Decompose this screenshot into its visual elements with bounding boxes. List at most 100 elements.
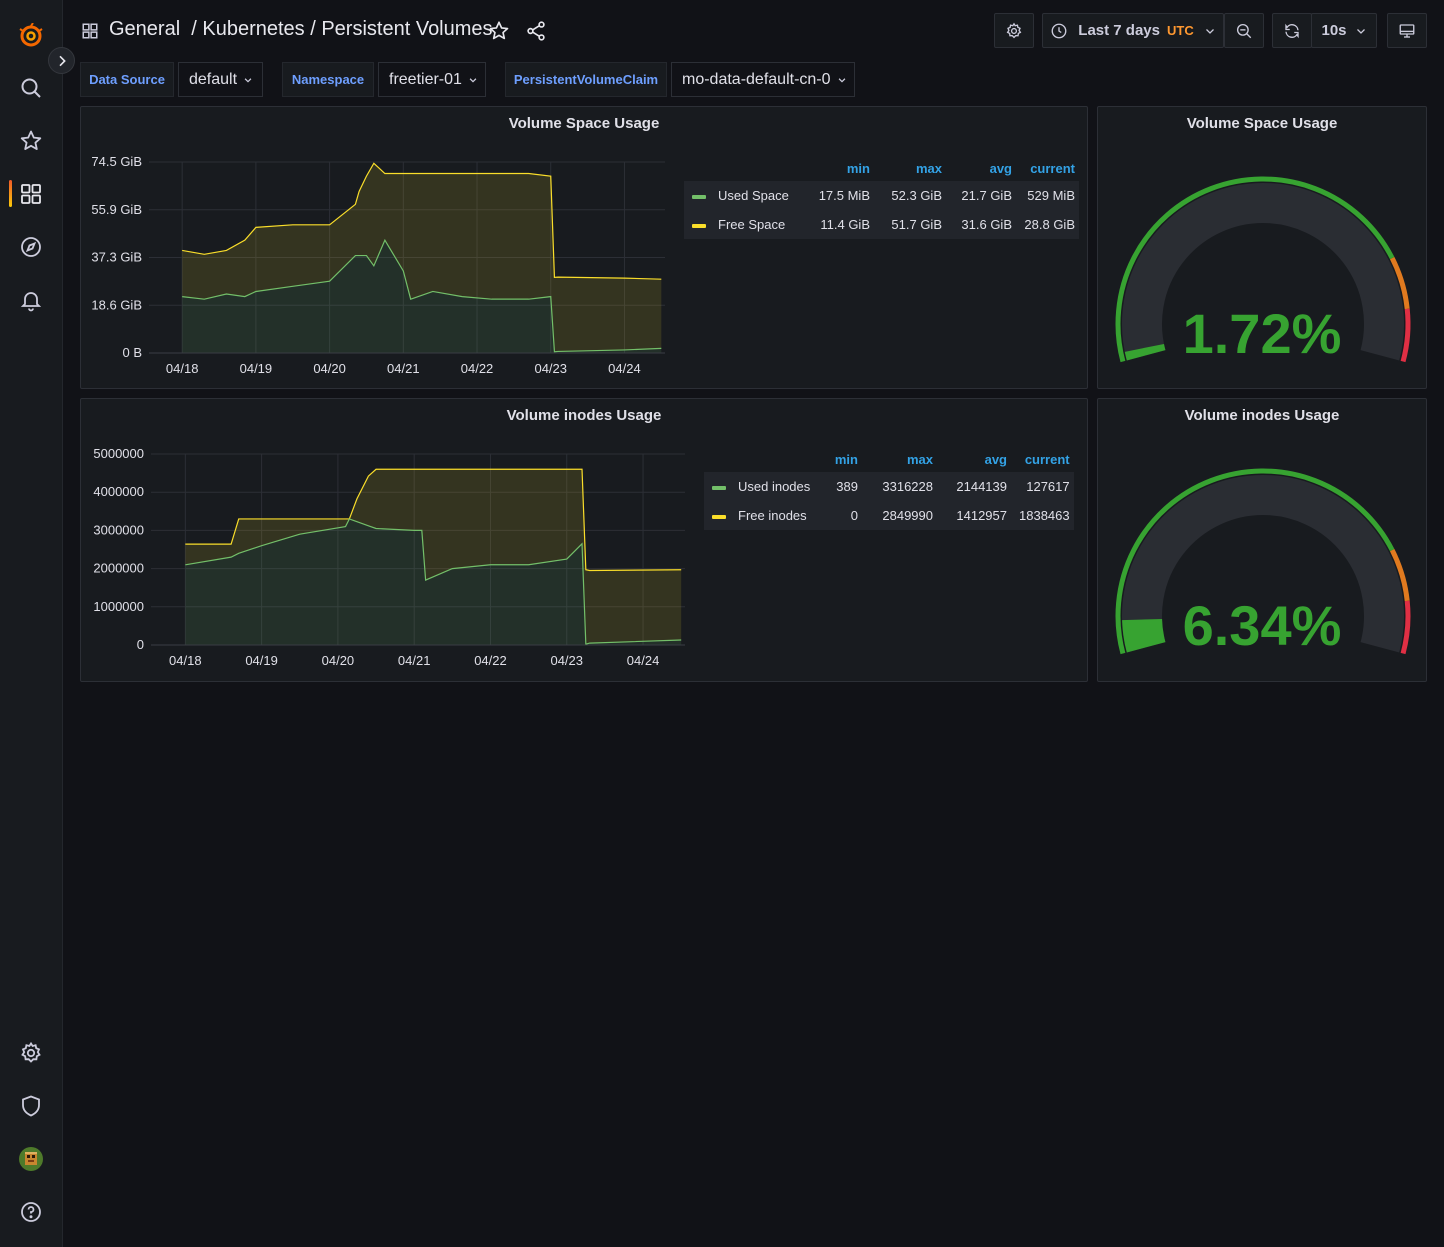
x-tick-label: 04/19 [245, 653, 278, 668]
series-color-swatch[interactable] [712, 514, 726, 519]
settings-gear-icon [1006, 22, 1022, 38]
time-range-picker[interactable]: Last 7 days UTC [1042, 13, 1224, 48]
x-tick-label: 04/20 [322, 653, 355, 668]
search-icon[interactable] [18, 75, 44, 101]
y-tick-label: 1000000 [93, 599, 144, 614]
monitor-icon [1399, 23, 1415, 38]
x-tick-label: 04/21 [387, 361, 420, 376]
refresh-button[interactable] [1272, 13, 1312, 48]
explore-icon[interactable] [18, 234, 44, 260]
server-admin-shield-icon[interactable] [18, 1093, 44, 1119]
chevron-right-icon [58, 55, 66, 66]
series-color-swatch[interactable] [712, 485, 726, 490]
variable-select-pvc[interactable]: mo-data-default-cn-0 [671, 62, 855, 97]
variable-label-pvc: PersistentVolumeClaim [505, 62, 667, 97]
legend-avg: 21.7 GiB [961, 188, 1012, 203]
breadcrumb[interactable]: General / Kubernetes / Persistent Volume… [109, 18, 493, 41]
expand-sidenav-button[interactable] [48, 47, 75, 74]
legend-series-name[interactable]: Free Space [684, 210, 802, 239]
legend-header-name [704, 446, 818, 472]
y-tick-label: 37.3 GiB [91, 250, 142, 265]
y-tick-label: 3000000 [93, 522, 144, 537]
legend-header-max[interactable]: max [858, 446, 933, 472]
chevron-down-icon [244, 77, 252, 83]
legend-current: 529 MiB [1027, 188, 1075, 203]
legend-header-min[interactable]: min [802, 155, 870, 181]
dashboards-icon[interactable] [18, 181, 44, 207]
series-label: Used inodes [738, 479, 811, 494]
grafana-logo-icon[interactable] [18, 22, 44, 48]
variable-select-namespace[interactable]: freetier-01 [378, 62, 486, 97]
dashboard-grid-icon [82, 23, 98, 39]
chevron-down-icon [469, 77, 477, 83]
help-icon[interactable] [18, 1199, 44, 1225]
legend-header-current[interactable]: current [1007, 446, 1074, 472]
x-tick-label: 04/23 [534, 361, 567, 376]
legend-series-name[interactable]: Free inodes [704, 501, 818, 530]
volume-inodes-graph-panel: Volume inodes Usage 5000000 4000000 300000… [80, 398, 1088, 682]
legend-header-max[interactable]: max [870, 155, 942, 181]
mark-favorite-star-icon[interactable] [488, 20, 510, 42]
refresh-interval-picker[interactable]: 10s [1311, 13, 1377, 48]
legend-row-free-space[interactable]: Free Space 11.4 GiB 51.7 GiB 31.6 GiB 28… [684, 210, 1079, 239]
x-tick-label: 04/23 [550, 653, 583, 668]
legend-header-name [684, 155, 802, 181]
x-tick-label: 04/19 [240, 361, 273, 376]
legend-row-used-inodes[interactable]: Used inodes 389 3316228 2144139 127617 [704, 472, 1074, 501]
zoom-out-icon [1236, 23, 1252, 38]
legend-header-avg[interactable]: avg [942, 155, 1012, 181]
graph-legend: min max avg current Used Space 17.5 MiB … [684, 155, 1079, 239]
legend-min: 17.5 MiB [818, 188, 870, 203]
y-tick-label: 4000000 [93, 484, 144, 499]
share-icon[interactable] [525, 20, 547, 42]
y-tick-label: 74.5 GiB [91, 154, 142, 169]
legend-avg: 31.6 GiB [961, 217, 1012, 232]
user-avatar[interactable] [18, 1146, 44, 1172]
legend-header-current[interactable]: current [1012, 155, 1079, 181]
x-tick-label: 04/18 [169, 653, 202, 668]
x-tick-label: 04/24 [627, 653, 660, 668]
legend-row-free-inodes[interactable]: Free inodes 0 2849990 1412957 1838463 [704, 501, 1074, 530]
y-tick-label: 0 B [122, 345, 142, 360]
legend-max: 52.3 GiB [891, 188, 942, 203]
y-tick-label: 2000000 [93, 561, 144, 576]
time-range-label: Last 7 days [1078, 22, 1160, 39]
x-tick-label: 04/20 [313, 361, 346, 376]
legend-current: 28.8 GiB [1024, 217, 1075, 232]
chevron-down-icon [1205, 28, 1214, 34]
volume-space-chart[interactable]: 74.5 GiB 55.9 GiB 37.3 GiB 18.6 GiB 0 B 04/18… [81, 107, 681, 382]
cycle-view-mode-button[interactable] [1387, 13, 1427, 48]
legend-max: 51.7 GiB [891, 217, 942, 232]
variable-select-datasource[interactable]: default [178, 62, 263, 97]
refresh-interval-label: 10s [1321, 22, 1347, 39]
timezone-label: UTC [1167, 23, 1194, 38]
legend-header-avg[interactable]: avg [933, 446, 1007, 472]
series-color-swatch[interactable] [692, 223, 706, 228]
legend-current: 127617 [1026, 479, 1070, 494]
series-color-swatch[interactable] [692, 194, 706, 199]
legend-series-name[interactable]: Used inodes [704, 472, 818, 501]
x-tick-label: 04/22 [461, 361, 494, 376]
graph-legend: min max avg current Used inodes 389 3316… [704, 446, 1074, 530]
alerting-bell-icon[interactable] [18, 287, 44, 313]
variable-value: mo-data-default-cn-0 [682, 70, 831, 88]
legend-header-min[interactable]: min [818, 446, 858, 472]
clock-icon [1051, 23, 1067, 38]
volume-inodes-chart[interactable]: 5000000 4000000 3000000 2000000 1000000 0 04/1… [81, 399, 701, 675]
configuration-gear-icon[interactable] [18, 1040, 44, 1066]
x-tick-label: 04/18 [166, 361, 199, 376]
series-label: Free Space [718, 217, 786, 232]
variable-label-namespace: Namespace [282, 62, 374, 97]
variable-value: default [189, 70, 238, 88]
legend-series-name[interactable]: Used Space [684, 181, 802, 210]
series-label: Used Space [718, 188, 789, 203]
legend-table: min max avg current Used inodes 389 3316… [704, 446, 1074, 530]
y-tick-label: 55.9 GiB [91, 202, 142, 217]
starred-icon[interactable] [18, 128, 44, 154]
y-tick-label: 0 [137, 637, 144, 652]
zoom-out-button[interactable] [1224, 13, 1264, 48]
legend-row-used-space[interactable]: Used Space 17.5 MiB 52.3 GiB 21.7 GiB 52… [684, 181, 1079, 210]
x-tick-label: 04/24 [608, 361, 641, 376]
dashboard-settings-button[interactable] [994, 13, 1034, 48]
active-indicator [9, 180, 12, 207]
